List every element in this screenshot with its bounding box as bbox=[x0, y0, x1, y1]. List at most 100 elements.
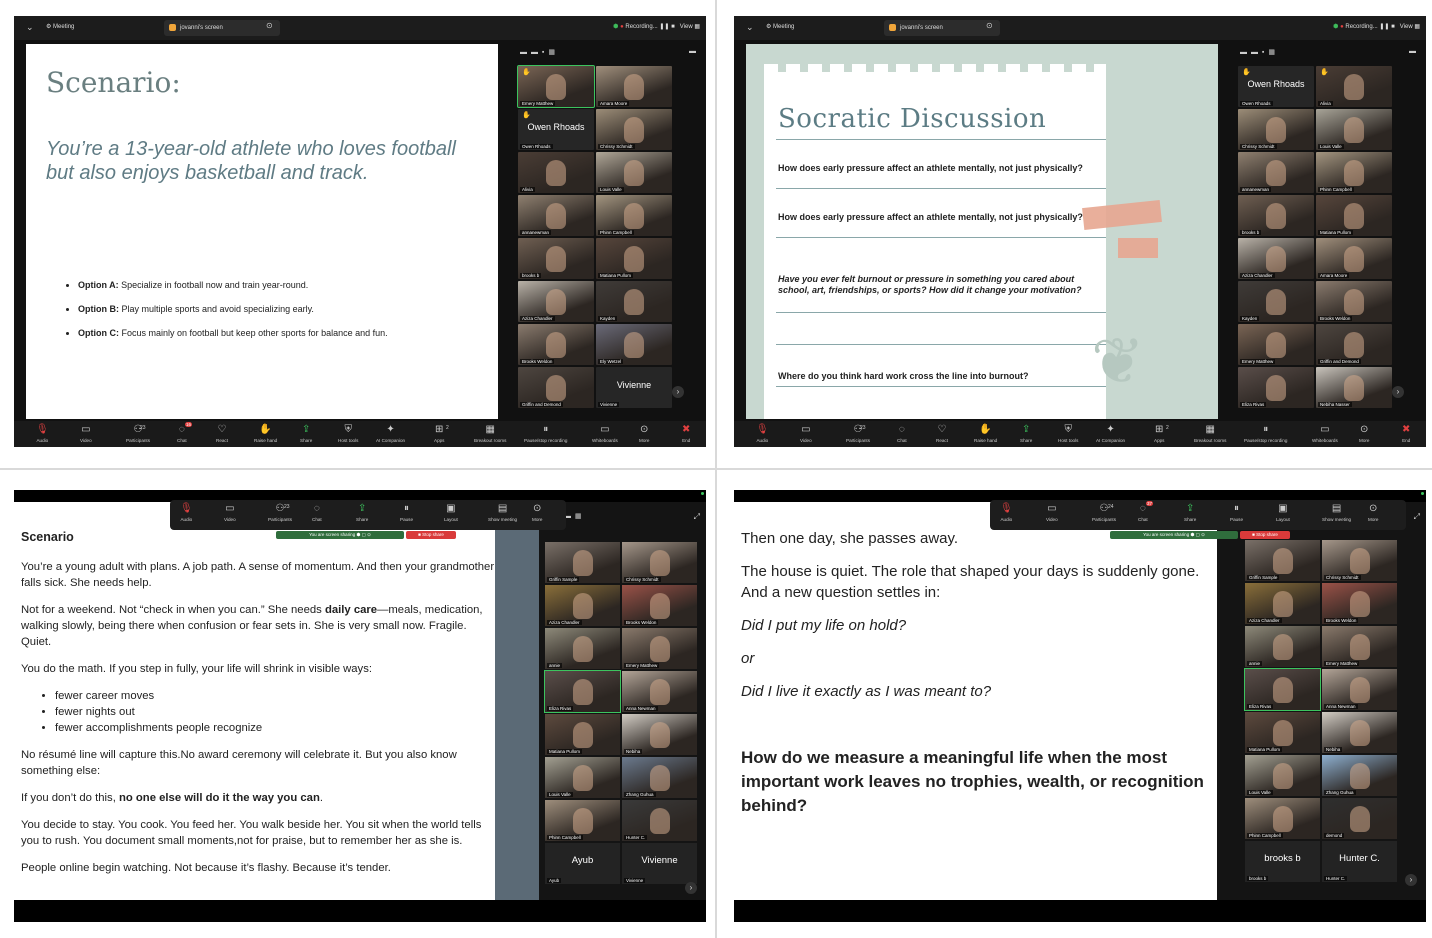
gallery-layout-icon[interactable]: ▬ ▬ ▪ ▦ bbox=[520, 48, 556, 56]
participant-tile[interactable]: Matiana Pullom bbox=[596, 238, 672, 279]
participant-tile[interactable]: Phinn Campbell bbox=[545, 800, 620, 841]
participants-button[interactable]: ⚇ 24 Participants bbox=[1092, 503, 1116, 522]
show-meeting-button[interactable]: ▤ Show meeting bbox=[1322, 503, 1351, 522]
show-meeting-button[interactable]: ▤ Show meeting bbox=[488, 503, 517, 522]
apps-button[interactable]: ⊞ 2 Apps bbox=[1154, 424, 1169, 443]
participant-tile[interactable]: Ely Wetzel bbox=[596, 324, 672, 365]
end-button[interactable]: ✖ End bbox=[1402, 424, 1410, 443]
pause-button[interactable]: ⏸ Pause bbox=[1230, 503, 1243, 522]
participant-tile[interactable]: Emery Matthew bbox=[622, 628, 697, 669]
breakout-button[interactable]: ▦ Breakout rooms bbox=[474, 424, 506, 443]
more-button[interactable]: ⊙ More bbox=[532, 503, 542, 522]
raise-button[interactable]: ✋ Raise hand bbox=[254, 424, 277, 443]
participant-tile[interactable]: Aziza Chandler bbox=[518, 281, 594, 322]
participant-tile[interactable]: Aziza Chandler bbox=[545, 585, 620, 626]
expand-icon[interactable]: ⤢ bbox=[694, 512, 700, 522]
participant-tile[interactable]: annanewman bbox=[518, 195, 594, 236]
participants-button[interactable]: ⚇ 23 Participants bbox=[268, 503, 292, 522]
next-page-icon[interactable]: › bbox=[685, 882, 697, 894]
participant-tile[interactable]: Louis Valle bbox=[1316, 109, 1392, 150]
participant-tile[interactable]: Emery Matthew bbox=[1322, 626, 1397, 667]
participant-tile[interactable]: Eliza Rivas bbox=[1238, 367, 1314, 408]
participant-tile[interactable]: Alivia bbox=[518, 152, 594, 193]
share-button[interactable]: ⇪ Share bbox=[1020, 424, 1032, 443]
participant-tile[interactable]: brooks b brooks b bbox=[1245, 841, 1320, 882]
share-button[interactable]: ⇪ Share bbox=[300, 424, 312, 443]
stop-share-button[interactable]: ■ Stop share bbox=[406, 531, 456, 539]
share-button[interactable]: ⇪ Share bbox=[1184, 503, 1196, 522]
raise-button[interactable]: ✋ Raise hand bbox=[974, 424, 997, 443]
participant-tile[interactable]: Brooks Weldon bbox=[1322, 583, 1397, 624]
participant-tile[interactable]: Aziza Chandler bbox=[1245, 583, 1320, 624]
participant-tile[interactable]: Brooks Weldon bbox=[1316, 281, 1392, 322]
participant-tile[interactable]: Louis Valle bbox=[1245, 755, 1320, 796]
participant-tile[interactable]: demond bbox=[1322, 798, 1397, 839]
participant-tile[interactable]: Louis Valle bbox=[545, 757, 620, 798]
participants-button[interactable]: ⚇ 23 Participants bbox=[126, 424, 150, 443]
participant-tile[interactable]: Amara Moore bbox=[596, 66, 672, 107]
participant-tile[interactable]: Chrissy Schmidt bbox=[1238, 109, 1314, 150]
participant-tile[interactable]: Kayden bbox=[1238, 281, 1314, 322]
stop-share-button[interactable]: ■ Stop share bbox=[1240, 531, 1290, 539]
share-indicator[interactable]: jovanni's screen bbox=[884, 20, 1000, 36]
participant-tile[interactable]: brooks b bbox=[1238, 195, 1314, 236]
participant-tile[interactable]: Aziza Chandler bbox=[1238, 238, 1314, 279]
react-button[interactable]: ♡ React bbox=[216, 424, 228, 443]
audio-button[interactable]: 🎙 Audio bbox=[180, 503, 193, 522]
participant-tile[interactable]: Hunter C. Hunter C. bbox=[1322, 841, 1397, 882]
participant-tile[interactable]: Ayub Ayub bbox=[545, 843, 620, 884]
pause-button[interactable]: ⏸ Pause/stop recording bbox=[524, 424, 567, 443]
participant-tile[interactable]: Matiana Pullom bbox=[1245, 712, 1320, 753]
participant-tile[interactable]: Zhang Guhua bbox=[1322, 755, 1397, 796]
whiteboards-button[interactable]: ▭ Whiteboards bbox=[1312, 424, 1338, 443]
hosttools-button[interactable]: ⛨ Host tools bbox=[338, 424, 358, 443]
chat-button[interactable]: ◌ Chat bbox=[897, 424, 907, 443]
apps-button[interactable]: ⊞ 2 Apps bbox=[434, 424, 449, 443]
participant-tile[interactable]: Hunter C. bbox=[622, 800, 697, 841]
participant-tile[interactable]: Eliza Rivas bbox=[544, 670, 621, 713]
participant-tile[interactable]: Chrissy Schmidt bbox=[596, 109, 672, 150]
chat-button[interactable]: ◌ 37 Chat bbox=[1138, 501, 1154, 522]
participant-tile[interactable]: Griffin Sample bbox=[545, 542, 620, 583]
expand-icon[interactable]: ⤢ bbox=[1414, 512, 1420, 522]
participant-tile[interactable]: Phinn Campbell bbox=[1245, 798, 1320, 839]
view-button[interactable]: View bbox=[680, 24, 693, 30]
participant-tile[interactable]: Matiana Pullom bbox=[545, 714, 620, 755]
video-button[interactable]: ▭ Video bbox=[224, 503, 236, 522]
audio-button[interactable]: 🎙 Audio bbox=[1000, 503, 1013, 522]
participant-tile[interactable]: Matiana Pullom bbox=[1316, 195, 1392, 236]
pause-button[interactable]: ⏸ Pause bbox=[400, 503, 413, 522]
participant-tile[interactable]: Griffin Sample bbox=[1245, 540, 1320, 581]
participant-tile[interactable]: ✋ Emery Matthew bbox=[517, 65, 595, 108]
next-page-icon[interactable]: › bbox=[1405, 874, 1417, 886]
more-icon[interactable]: ⊙ bbox=[986, 21, 993, 30]
participant-tile[interactable]: Griffin and Demond bbox=[1316, 324, 1392, 365]
audio-button[interactable]: 🎙 Audio bbox=[756, 424, 769, 443]
meeting-label[interactable]: ⚙ Meeting bbox=[766, 23, 794, 30]
more-button[interactable]: ⊙ More bbox=[1368, 503, 1378, 522]
minimize-icon[interactable]: ▬ bbox=[1409, 48, 1416, 55]
participant-tile[interactable]: brooks b bbox=[518, 238, 594, 279]
participant-tile[interactable]: Owen Rhoads ✋ Owen Rhoads bbox=[518, 109, 594, 150]
chat-button[interactable]: ◌ 16 Chat bbox=[177, 422, 193, 443]
participant-tile[interactable]: Brooks Weldon bbox=[622, 585, 697, 626]
ai-button[interactable]: ✦ AI Companion bbox=[376, 424, 405, 443]
recording-status[interactable]: ⬢ ● Recording... ❚❚ ■ View ▦ bbox=[613, 23, 700, 30]
participant-tile[interactable]: Owen Rhoads ✋ Owen Rhoads bbox=[1238, 66, 1314, 107]
video-button[interactable]: ▭ Video bbox=[800, 424, 812, 443]
participant-tile[interactable]: Chrissy Schmidt bbox=[622, 542, 697, 583]
participant-tile[interactable]: Vivienne Vivienne bbox=[622, 843, 697, 884]
participant-tile[interactable]: Zhang Guhua bbox=[622, 757, 697, 798]
hosttools-button[interactable]: ⛨ Host tools bbox=[1058, 424, 1078, 443]
gallery-layout-icon[interactable]: ▬ ▬ ▪ ▦ bbox=[1240, 48, 1276, 56]
react-button[interactable]: ♡ React bbox=[936, 424, 948, 443]
layout-button[interactable]: ▣ Layout bbox=[444, 503, 458, 522]
chevron-down-icon[interactable]: ⌄ bbox=[26, 22, 34, 33]
next-page-icon[interactable]: › bbox=[1392, 386, 1404, 398]
participant-tile[interactable]: Brooks Weldon bbox=[518, 324, 594, 365]
participant-tile[interactable]: annie bbox=[1245, 626, 1320, 667]
chat-button[interactable]: ◌ Chat bbox=[312, 503, 322, 522]
participant-tile[interactable]: Nebiha Nasser bbox=[1316, 367, 1392, 408]
share-indicator[interactable]: jovanni's screen bbox=[164, 20, 280, 36]
share-button[interactable]: ⇪ Share bbox=[356, 503, 368, 522]
